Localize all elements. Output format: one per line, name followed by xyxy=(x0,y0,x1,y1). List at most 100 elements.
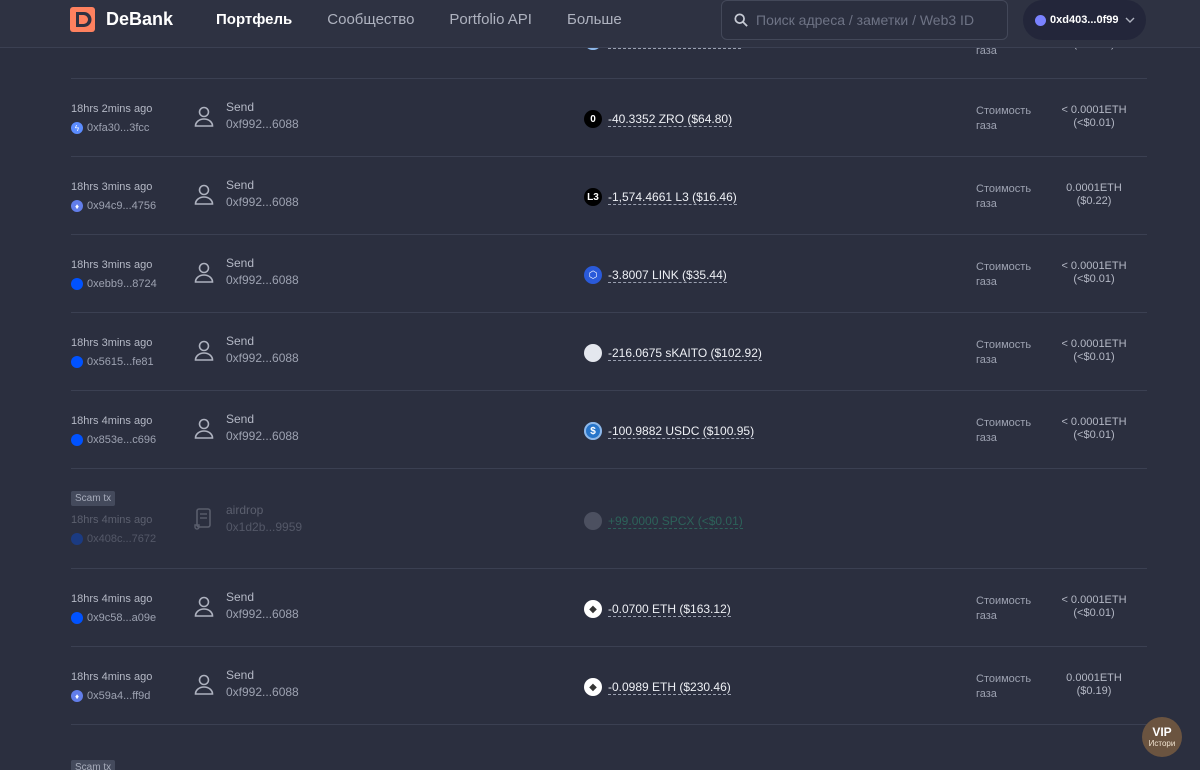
transaction-row: 18hrs 4mins ago 0x9c58...a09e Send 0xf99… xyxy=(71,569,1147,647)
tx-chain-line: ♦ 0x94c9...4756 xyxy=(71,200,191,212)
tx-hash-link[interactable]: 0x9c58...a09e xyxy=(87,612,156,624)
tx-hash-link[interactable]: 0x5615...fe81 xyxy=(87,356,154,368)
token-icon: ◆ xyxy=(584,678,602,696)
tx-hash-link[interactable]: 0x408c...7672 xyxy=(87,533,156,545)
tx-action-cell: Send 0xf992...6088 xyxy=(192,667,299,701)
gas-fee-usd: (<$0.01) xyxy=(1073,117,1115,129)
tx-counterparty-address[interactable]: 0xf992...6088 xyxy=(226,193,299,211)
token-icon: 0 xyxy=(584,110,602,128)
gas-fee-value: < 0.0001ETH (<$0.01) xyxy=(1054,594,1134,620)
vip-title: VIP xyxy=(1152,724,1172,739)
tx-counterparty-address[interactable]: 0xf992...6088 xyxy=(226,271,299,289)
token-amount[interactable]: -216.0675 sKAITO ($102.92) xyxy=(608,346,762,361)
person-icon xyxy=(194,674,214,695)
tx-action-name: Send xyxy=(226,334,255,348)
vip-history-button[interactable]: VIP Истори xyxy=(1142,717,1182,757)
token-icon: ⬡ xyxy=(584,266,602,284)
person-icon xyxy=(194,418,214,439)
search-box[interactable] xyxy=(721,0,1008,40)
tx-chain-line: 0x9c58...a09e xyxy=(71,612,191,624)
tx-hash-link[interactable]: 0x94c9...4756 xyxy=(87,200,156,212)
eth-diamond-icon: ♦ xyxy=(71,200,83,212)
tx-hash-link[interactable]: 0x853e...c696 xyxy=(87,434,156,446)
tx-action-cell: Send 0xf992...6088 xyxy=(192,333,299,367)
token-amount[interactable]: -0.0700 ETH ($163.12) xyxy=(608,602,731,617)
tx-token-cell: $ -100.9882 USDC ($100.95) xyxy=(584,422,755,440)
tx-hash-link[interactable]: 0x59a4...ff9d xyxy=(87,690,150,702)
transaction-row: 18hrs 3mins ago ♦ 0x94c9...4756 Send 0xf… xyxy=(71,157,1147,235)
scam-badge-next: Scam tx xyxy=(71,760,116,770)
nav-portfolio[interactable]: Портфель xyxy=(216,11,292,28)
gas-fee-value: < 0.0001ETH (<$0.01) xyxy=(1054,416,1134,442)
tx-counterparty-address[interactable]: 0xf992...6088 xyxy=(226,683,299,701)
nav-more[interactable]: Больше xyxy=(567,11,622,28)
tx-action-name: airdrop xyxy=(226,503,264,517)
debank-logo-icon xyxy=(70,7,95,32)
tx-chain-line: 0x5615...fe81 xyxy=(71,356,191,368)
gas-fee-eth: < 0.0001ETH xyxy=(1061,594,1127,606)
tx-action-cell: Send 0xf992...6088 xyxy=(192,411,299,445)
main-nav: Портфель Сообщество Portfolio API Больше xyxy=(216,11,657,28)
token-icon xyxy=(584,344,602,362)
debank-logo[interactable]: DeBank xyxy=(70,7,173,32)
vip-subtitle: Истори xyxy=(1148,738,1176,748)
gas-fee-value: 0.0001ETH ($0.22) xyxy=(1054,182,1134,208)
tx-hash-link[interactable]: 0xebb9...8724 xyxy=(87,278,157,290)
tx-action-name: Send xyxy=(226,256,255,270)
token-amount[interactable]: -40.3352 ZRO ($64.80) xyxy=(608,112,733,127)
token-amount[interactable]: -1,574.4661 L3 ($16.46) xyxy=(608,190,737,205)
gas-fee-usd: (<$0.01) xyxy=(1073,607,1115,619)
tx-action-name: Send xyxy=(226,412,255,426)
nav-portfolio-api[interactable]: Portfolio API xyxy=(449,11,532,28)
token-amount[interactable]: +99.0000 SPCX (<$0.01) xyxy=(608,514,743,529)
tx-chain-line: 0x853e...c696 xyxy=(71,434,191,446)
token-amount[interactable]: -3.8007 LINK ($35.44) xyxy=(608,268,727,283)
transaction-row: Scam tx 18hrs 4mins ago 0x408c...7672 ai… xyxy=(71,469,1147,569)
chevron-down-icon xyxy=(1125,17,1134,23)
person-icon xyxy=(194,340,214,361)
tx-counterparty-address[interactable]: 0xf992...6088 xyxy=(226,427,299,445)
tx-token-cell: ◆ -0.0700 ETH ($163.12) xyxy=(584,600,731,618)
gas-fee-usd: (<$0.01) xyxy=(1073,351,1115,363)
search-icon xyxy=(734,13,748,27)
tx-time-cell: 18hrs 3mins ago 0xebb9...8724 xyxy=(71,258,191,290)
wallet-avatar xyxy=(1035,14,1046,26)
tx-counterparty-address[interactable]: 0xf992...6088 xyxy=(226,115,299,133)
tx-counterparty-address[interactable]: 0xf992...6088 xyxy=(226,349,299,367)
gas-fee-usd: (<$0.01) xyxy=(1073,429,1115,441)
tx-time-cell: 18hrs 4mins ago 0x408c...7672 xyxy=(71,513,191,545)
tx-action-name: Send xyxy=(226,668,255,682)
wallet-selector[interactable]: 0xd403...0f99 xyxy=(1023,0,1146,40)
gas-fee-eth: < 0.0001ETH xyxy=(1061,416,1127,428)
gas-fee-usd: ($0.19) xyxy=(1076,685,1112,697)
bolt-icon: ϟ xyxy=(71,122,83,134)
eth-diamond-icon: ♦ xyxy=(71,690,83,702)
tx-chain-line: ϟ 0xfa30...3fcc xyxy=(71,122,191,134)
person-icon xyxy=(194,596,214,617)
tx-action-name: Send xyxy=(226,100,255,114)
nav-community[interactable]: Сообщество xyxy=(327,11,414,28)
tx-time-cell: 18hrs 2mins ago ϟ 0xfa30...3fcc xyxy=(71,102,191,134)
tx-time: 18hrs 2mins ago xyxy=(71,103,153,115)
tx-counterparty-address[interactable]: 0x1d2b...9959 xyxy=(226,518,302,536)
token-icon xyxy=(584,512,602,530)
tx-chain-line: 0xebb9...8724 xyxy=(71,278,191,290)
token-amount[interactable]: -0.0989 ETH ($230.46) xyxy=(608,680,731,695)
tx-token-cell: 0 -40.3352 ZRO ($64.80) xyxy=(584,110,733,128)
tx-time-cell: 18hrs 3mins ago ♦ 0x94c9...4756 xyxy=(71,180,191,212)
person-icon xyxy=(194,184,214,205)
transaction-row: 18hrs 4mins ago 0x853e...c696 Send 0xf99… xyxy=(71,391,1147,469)
tx-token-cell: L3 -1,574.4661 L3 ($16.46) xyxy=(584,188,737,206)
scroll-icon xyxy=(194,508,211,530)
tx-hash-link[interactable]: 0xfa30...3fcc xyxy=(87,122,149,134)
tx-time: 18hrs 3mins ago xyxy=(71,337,153,349)
tx-time-cell: 18hrs 4mins ago 0x853e...c696 xyxy=(71,414,191,446)
gas-fee-eth: < 0.0001ETH xyxy=(1061,260,1127,272)
tx-action-name: Send xyxy=(226,590,255,604)
gas-fee-value: 0.0001ETH ($0.19) xyxy=(1054,672,1134,698)
gas-fee-label: Стоимость газа xyxy=(976,261,1032,288)
transaction-row: 18hrs 3mins ago 0x5615...fe81 Send 0xf99… xyxy=(71,313,1147,391)
search-input[interactable] xyxy=(756,12,996,28)
token-amount[interactable]: -100.9882 USDC ($100.95) xyxy=(608,424,755,439)
tx-counterparty-address[interactable]: 0xf992...6088 xyxy=(226,605,299,623)
